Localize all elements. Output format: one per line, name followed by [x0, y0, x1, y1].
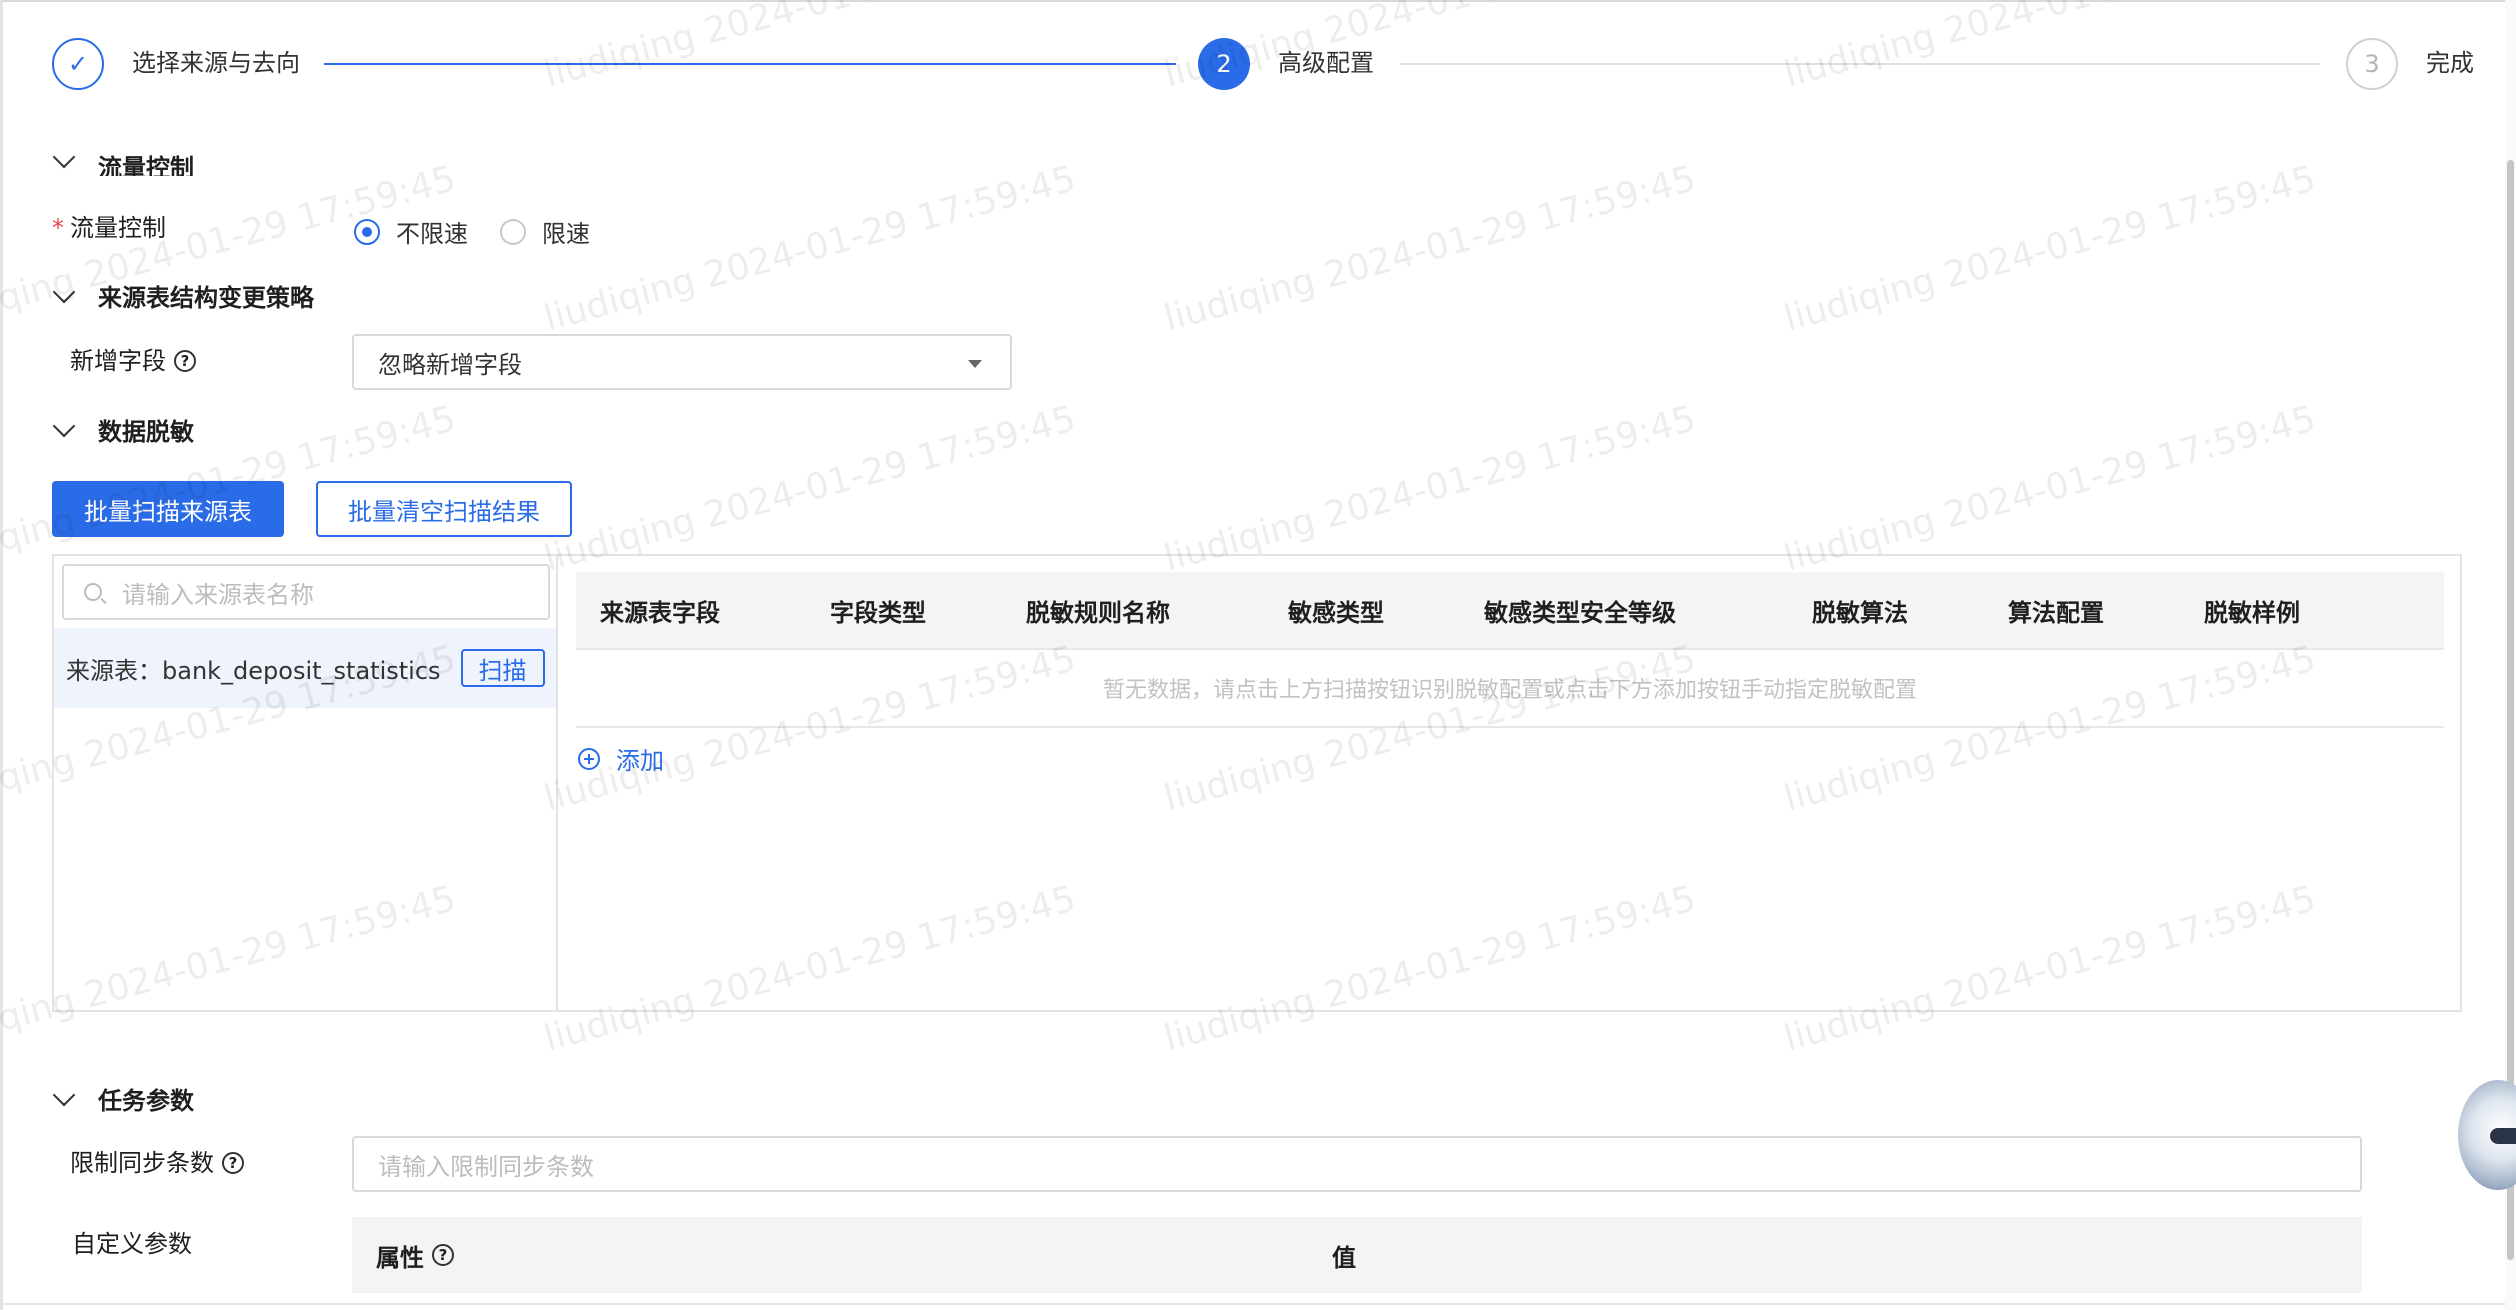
step-3-label: 完成: [2426, 49, 2474, 77]
col-field-type: 字段类型: [830, 598, 926, 627]
chevron-down-icon: [52, 146, 76, 169]
custom-params-label: 自定义参数: [72, 1230, 192, 1258]
section-schema-change[interactable]: 来源表结构变更策略: [52, 278, 314, 313]
radio-unchecked-icon: [500, 218, 526, 245]
step-3-indicator: 3: [2346, 38, 2398, 90]
col-attribute: 属性 ?: [376, 1217, 454, 1293]
col-value: 值: [1332, 1243, 1356, 1272]
watermark: liudiqing 2024-01-29 17:59:45: [540, 158, 1080, 340]
frame-left-border: [0, 0, 3, 1310]
step-2-indicator: 2: [1198, 38, 1250, 90]
radio-limit[interactable]: 限速: [500, 214, 590, 249]
limit-sync-input[interactable]: 请输入限制同步条数: [352, 1136, 2362, 1192]
masking-panel-divider: [556, 556, 558, 1010]
col-security-level: 敏感类型安全等级: [1484, 598, 1676, 627]
radio-checked-icon: [354, 218, 380, 245]
new-field-label: 新增字段 ?: [70, 346, 196, 376]
scan-button[interactable]: 扫描: [460, 649, 545, 687]
plus-circle-icon: [578, 747, 600, 770]
watermark: liudiqing 2024-01-29 17:59:45: [1780, 398, 2320, 580]
radio-no-limit-label: 不限速: [396, 220, 468, 248]
help-icon[interactable]: ?: [222, 1152, 244, 1174]
source-table-item[interactable]: 来源表：bank_deposit_statistics 扫描: [54, 628, 556, 708]
flow-control-label-text: 流量控制: [70, 214, 166, 242]
section-flow-control[interactable]: 流量控制: [52, 146, 194, 176]
frame-top-border: [0, 0, 2516, 2]
new-field-select[interactable]: 忽略新增字段: [352, 334, 1012, 390]
step-1-check-icon: ✓: [52, 38, 104, 90]
step-2-connector: [1400, 63, 2320, 65]
limit-sync-label: 限制同步条数 ?: [70, 1148, 244, 1178]
section-schema-change-title: 来源表结构变更策略: [98, 284, 314, 312]
section-masking-title: 数据脱敏: [98, 418, 194, 446]
radio-no-limit[interactable]: 不限速: [354, 214, 468, 249]
col-source-field: 来源表字段: [600, 598, 720, 627]
source-table-search-placeholder: 请输入来源表名称: [122, 580, 314, 609]
search-icon: [84, 583, 102, 601]
flow-control-label: * 流量控制: [52, 213, 166, 243]
masking-table-bottom-line: [576, 726, 2444, 728]
section-flow-control-title: 流量控制: [98, 153, 194, 177]
masking-empty-text: 暂无数据，请点击上方扫描按钮识别脱敏配置或点击下方添加按钮手动指定脱敏配置: [1102, 678, 1917, 703]
step-2-label: 高级配置: [1278, 49, 1374, 77]
frame-bottom-border: [0, 1303, 2516, 1305]
chevron-down-icon: [52, 280, 76, 303]
chevron-down-icon: [52, 414, 76, 437]
source-table-search-input[interactable]: 请输入来源表名称: [62, 564, 550, 620]
help-icon[interactable]: ?: [174, 350, 196, 372]
caret-down-icon: [968, 360, 982, 368]
step-1-label: 选择来源与去向: [132, 49, 300, 77]
watermark: liudiqing 2024-01-29 17:59:45: [1780, 0, 2320, 96]
watermark: liudiqing 2024-01-29 17:59:45: [540, 398, 1080, 580]
limit-sync-placeholder: 请输入限制同步条数: [378, 1152, 594, 1181]
watermark: liudiqing 2024-01-29 17:59:45: [1160, 398, 1700, 580]
add-masking-button[interactable]: 添加: [578, 741, 664, 776]
section-masking[interactable]: 数据脱敏: [52, 412, 194, 447]
section-task-params-title: 任务参数: [98, 1087, 194, 1115]
help-icon[interactable]: ?: [432, 1244, 454, 1266]
limit-sync-label-text: 限制同步条数: [70, 1149, 214, 1177]
batch-clear-button[interactable]: 批量清空扫描结果: [316, 481, 572, 537]
col-sample: 脱敏样例: [2204, 598, 2300, 627]
watermark: liudiqing 2024-01-29 17:59:45: [1160, 158, 1700, 340]
new-field-label-text: 新增字段: [70, 347, 166, 375]
chevron-down-icon: [52, 1083, 76, 1106]
col-rule-name: 脱敏规则名称: [1026, 598, 1170, 627]
batch-scan-button[interactable]: 批量扫描来源表: [52, 481, 284, 537]
col-sensitive-type: 敏感类型: [1288, 598, 1384, 627]
col-attribute-label: 属性: [376, 1243, 424, 1272]
step-1-connector: [324, 63, 1176, 65]
required-mark: *: [52, 214, 64, 242]
section-task-params[interactable]: 任务参数: [52, 1081, 194, 1116]
col-algorithm: 脱敏算法: [1812, 598, 1908, 627]
col-algorithm-config: 算法配置: [2008, 598, 2104, 627]
radio-limit-label: 限速: [542, 220, 590, 248]
assistant-visor: [2490, 1128, 2516, 1144]
source-table-item-label: 来源表：bank_deposit_statistics: [66, 656, 441, 685]
new-field-select-value: 忽略新增字段: [378, 350, 522, 379]
add-masking-label: 添加: [616, 747, 664, 775]
custom-params-header: 属性 ? 值: [352, 1217, 2362, 1293]
masking-table-header: 来源表字段 字段类型 脱敏规则名称 敏感类型 敏感类型安全等级 脱敏算法 算法配…: [576, 572, 2444, 650]
watermark: liudiqing 2024-01-29 17:59:45: [540, 0, 1080, 96]
watermark: liudiqing 2024-01-29 17:59:45: [1780, 158, 2320, 340]
